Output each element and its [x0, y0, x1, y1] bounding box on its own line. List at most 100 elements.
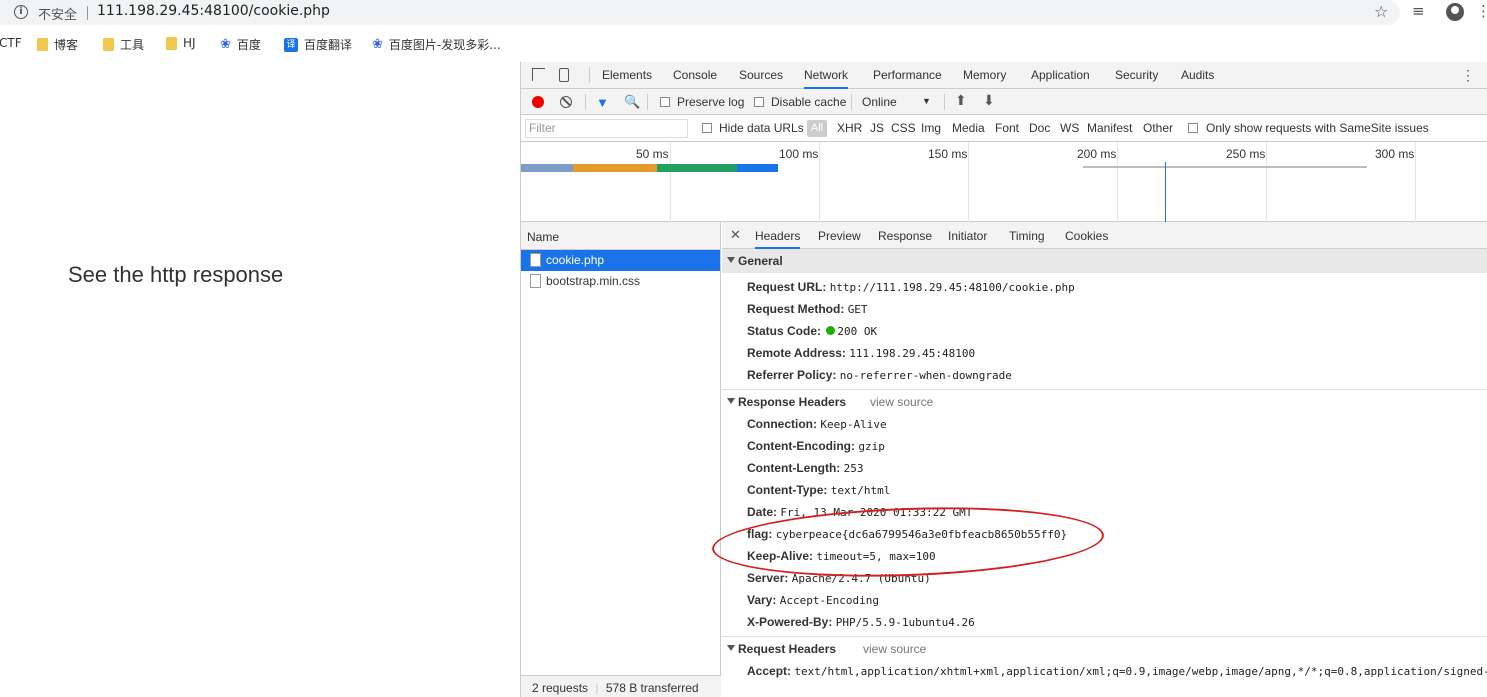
chevron-down-icon[interactable]: ▼: [922, 96, 931, 106]
bookmark-label: CTF: [0, 36, 22, 50]
type-filter-font[interactable]: Font: [995, 121, 1019, 135]
type-filter-css[interactable]: CSS: [891, 121, 916, 135]
toolbar-divider: [585, 94, 586, 110]
url-text[interactable]: 111.198.29.45:48100/cookie.php: [97, 3, 330, 19]
info-icon[interactable]: i: [14, 5, 28, 19]
browser-menu-icon[interactable]: ⋮: [1476, 2, 1487, 20]
bookmark-tools[interactable]: 工具: [103, 36, 144, 53]
bookmark-hj[interactable]: HJ: [166, 36, 196, 50]
summary-divider: |: [595, 681, 599, 695]
header-value: text/html,application/xhtml+xml,applicat…: [794, 665, 1487, 678]
view-source-link[interactable]: view source: [863, 642, 926, 656]
security-label[interactable]: 不安全: [38, 4, 77, 23]
timeline-gridline: [1266, 142, 1267, 222]
header-key: X-Powered-By:: [747, 615, 833, 629]
response-headers-section-header[interactable]: Response Headers view source: [722, 389, 1487, 413]
tab-console[interactable]: Console: [673, 68, 717, 82]
close-icon[interactable]: ✕: [730, 227, 741, 243]
disable-cache-checkbox[interactable]: [754, 97, 764, 107]
type-filter-ws[interactable]: WS: [1060, 121, 1079, 135]
tab-application[interactable]: Application: [1031, 68, 1090, 82]
tabbar-divider: [589, 67, 590, 83]
type-filter-xhr[interactable]: XHR: [837, 121, 862, 135]
header-value: Keep-Alive: [820, 418, 887, 431]
baidu-paw-icon: ❀: [372, 37, 383, 52]
toolbar-divider: [851, 94, 852, 110]
device-toolbar-icon[interactable]: [559, 68, 569, 82]
tab-preview[interactable]: Preview: [818, 229, 861, 243]
type-filter-js[interactable]: JS: [870, 121, 884, 135]
reading-list-icon[interactable]: ≡: [1412, 2, 1425, 20]
tab-sources[interactable]: Sources: [739, 68, 783, 82]
tab-security[interactable]: Security: [1115, 68, 1158, 82]
hide-data-urls-checkbox[interactable]: [702, 123, 712, 133]
header-key: Status Code:: [747, 324, 822, 338]
type-filter-manifest[interactable]: Manifest: [1087, 121, 1132, 135]
tab-cookies[interactable]: Cookies: [1065, 229, 1108, 243]
omnibox-divider: [87, 6, 88, 20]
samesite-checkbox[interactable]: [1188, 123, 1198, 133]
timeline-bar-css: [1083, 166, 1367, 168]
import-har-icon[interactable]: ⬆: [955, 92, 967, 109]
header-key: Request URL:: [747, 280, 827, 294]
timeline-tick: 200 ms: [1077, 147, 1117, 161]
bookmark-label: 百度翻译: [304, 38, 353, 52]
bookmark-star-icon[interactable]: ☆: [1374, 2, 1388, 21]
search-icon[interactable]: 🔍: [624, 94, 640, 110]
header-key: Content-Type:: [747, 483, 828, 497]
bookmark-baidu-images[interactable]: ❀ 百度图片-发现多彩...: [372, 36, 501, 53]
record-icon[interactable]: [532, 96, 544, 108]
request-row-bootstrap-css[interactable]: bootstrap.min.css: [521, 271, 720, 292]
filter-bar: Filter Hide data URLs All XHR JS CSS Img…: [521, 115, 1487, 142]
header-key: Connection:: [747, 417, 817, 431]
tab-elements[interactable]: Elements: [602, 68, 652, 82]
type-filter-other[interactable]: Other: [1143, 121, 1173, 135]
tab-timing[interactable]: Timing: [1009, 229, 1045, 243]
type-filter-all[interactable]: All: [807, 120, 827, 137]
account-avatar-icon[interactable]: [1446, 3, 1464, 21]
clear-icon[interactable]: [560, 96, 572, 108]
header-value: GET: [847, 303, 868, 316]
header-key: Date:: [747, 505, 778, 519]
tab-memory[interactable]: Memory: [963, 68, 1006, 82]
request-row-cookie-php[interactable]: cookie.php: [521, 250, 720, 271]
tab-performance[interactable]: Performance: [873, 68, 942, 82]
header-key: Remote Address:: [747, 346, 846, 360]
timeline-overview[interactable]: 50 ms 100 ms 150 ms 200 ms 250 ms 300 ms: [521, 142, 1487, 222]
tab-audits[interactable]: Audits: [1181, 68, 1214, 82]
header-key: Content-Encoding:: [747, 439, 855, 453]
header-value: 111.198.29.45:48100: [849, 347, 976, 360]
header-row: X-Powered-By: PHP/5.5.9-1ubuntu4.26: [722, 611, 1487, 633]
header-value: Fri, 13 Mar 2020 01:33:22 GMT: [780, 506, 973, 519]
general-section: Request URL: http://111.198.29.45:48100/…: [722, 273, 1487, 386]
bookmark-blog[interactable]: 博客: [37, 36, 78, 53]
preserve-log-label: Preserve log: [677, 95, 745, 109]
devtools-menu-icon[interactable]: ⋮: [1461, 67, 1475, 84]
bookmark-label: HJ: [183, 36, 196, 50]
header-value: http://111.198.29.45:48100/cookie.php: [829, 281, 1075, 294]
tab-initiator[interactable]: Initiator: [948, 229, 987, 243]
view-source-link[interactable]: view source: [870, 395, 933, 409]
throttle-select[interactable]: Online: [862, 95, 897, 109]
type-filter-img[interactable]: Img: [921, 121, 941, 135]
dom-content-loaded-marker: [1165, 162, 1166, 222]
general-section-header[interactable]: General: [722, 249, 1487, 273]
tab-network[interactable]: Network: [804, 68, 849, 89]
filter-input[interactable]: Filter: [525, 119, 688, 138]
tab-headers[interactable]: Headers: [755, 229, 801, 249]
bookmark-baidu[interactable]: ❀ 百度: [220, 36, 261, 53]
preserve-log-checkbox[interactable]: [660, 97, 670, 107]
type-filter-media[interactable]: Media: [952, 121, 985, 135]
omnibox[interactable]: i 不安全 111.198.29.45:48100/cookie.php ☆: [0, 0, 1400, 25]
name-column-header[interactable]: Name: [521, 222, 720, 250]
bookmark-ctf[interactable]: CTF: [0, 36, 22, 50]
export-har-icon[interactable]: ⬇: [983, 92, 995, 109]
request-headers-section-header[interactable]: Request Headers view source: [722, 636, 1487, 660]
bookmark-baidu-translate[interactable]: 译百度翻译: [284, 36, 352, 53]
tab-response[interactable]: Response: [878, 229, 932, 243]
timeline-tick: 250 ms: [1226, 147, 1266, 161]
filter-icon[interactable]: ▼: [596, 95, 609, 110]
devtools-tabbar: Elements Console Sources Network Perform…: [521, 62, 1487, 89]
inspect-element-icon[interactable]: [532, 68, 545, 81]
type-filter-doc[interactable]: Doc: [1029, 121, 1050, 135]
